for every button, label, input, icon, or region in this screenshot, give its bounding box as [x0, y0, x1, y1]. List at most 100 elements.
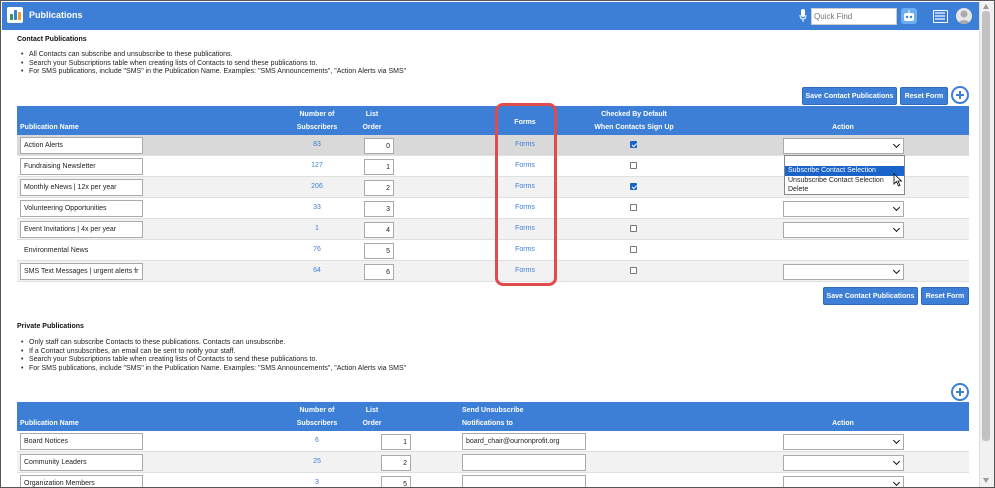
column-publication-name: Publication Name: [20, 124, 79, 131]
list-order-input[interactable]: 6: [364, 264, 394, 280]
reset-form-button[interactable]: Reset Form: [900, 87, 948, 105]
dropdown-option-subscribe[interactable]: Subscribe Contact Selection: [785, 166, 904, 176]
subscriber-count-link[interactable]: 76: [297, 246, 337, 253]
column-order-line1: List: [365, 111, 379, 118]
publication-name-input[interactable]: Board Notices: [20, 433, 143, 450]
column-checked-line1: Checked By Default: [601, 111, 667, 118]
publication-name-input[interactable]: Environmental News: [20, 242, 143, 259]
column-publication-name: Publication Name: [20, 420, 79, 427]
subscriber-count-link[interactable]: 206: [297, 183, 337, 190]
checked-by-default-checkbox[interactable]: [630, 162, 637, 169]
subscriber-count-link[interactable]: 83: [297, 141, 337, 148]
action-select[interactable]: [783, 201, 904, 217]
checked-by-default-checkbox[interactable]: [630, 141, 637, 148]
column-subscribers-line2: Subscribers: [296, 420, 338, 427]
list-order-input[interactable]: 1: [364, 159, 394, 175]
scrollbar-thumb[interactable]: [982, 11, 990, 441]
publication-name-input[interactable]: SMS Text Messages | urgent alerts fr: [20, 263, 143, 280]
list-order-input[interactable]: 5: [364, 243, 394, 259]
dropdown-option-unsubscribe[interactable]: Unsubscribe Contact Selection: [785, 176, 904, 186]
chevron-down-icon: [892, 203, 901, 212]
table-row: Volunteering Opportunities 33 3 Forms: [17, 198, 969, 219]
publication-name-input[interactable]: Volunteering Opportunities: [20, 200, 143, 217]
column-notify-line2: Notifications to: [462, 420, 513, 427]
contact-table-header: Publication Name Number of Subscribers L…: [17, 106, 969, 135]
instruction-item: If a Contact unsubscribes, an email can …: [21, 348, 406, 357]
list-order-input[interactable]: 5: [381, 476, 411, 487]
column-subscribers-line1: Number of: [299, 111, 335, 118]
checked-by-default-checkbox[interactable]: [630, 267, 637, 274]
list-order-input[interactable]: 1: [381, 434, 411, 450]
subscriber-count-link[interactable]: 64: [297, 267, 337, 274]
dropdown-blank-option[interactable]: [785, 156, 904, 166]
dropdown-option-delete[interactable]: Delete: [785, 185, 904, 195]
contact-publications-instructions: All Contacts can subscribe and unsubscri…: [21, 51, 406, 77]
checked-by-default-checkbox[interactable]: [630, 183, 637, 190]
table-row: Board Notices 6 1 board_chair@ournonprof…: [17, 431, 969, 452]
list-order-input[interactable]: 3: [364, 201, 394, 217]
table-row: Environmental News 76 5 Forms: [17, 240, 969, 261]
unsubscribe-notification-input[interactable]: [462, 454, 586, 471]
list-order-input[interactable]: 2: [381, 455, 411, 471]
table-row: SMS Text Messages | urgent alerts fr 64 …: [17, 261, 969, 282]
checked-by-default-checkbox[interactable]: [630, 225, 637, 232]
list-order-input[interactable]: 4: [364, 222, 394, 238]
chevron-down-icon: [892, 266, 901, 275]
scroll-down-arrow-icon[interactable]: [983, 478, 989, 483]
publications-app-icon: [7, 7, 23, 23]
publication-name-input[interactable]: Event Invitations | 4x per year: [20, 221, 143, 238]
save-contact-publications-button-bottom[interactable]: Save Contact Publications: [823, 287, 918, 305]
chevron-down-icon: [892, 224, 901, 233]
instruction-item: All Contacts can subscribe and unsubscri…: [21, 51, 406, 60]
chevron-down-icon: [892, 436, 901, 445]
subscriber-count-link[interactable]: 33: [297, 204, 337, 211]
private-publications-title: Private Publications: [17, 323, 84, 330]
instruction-item: Only staff can subscribe Contacts to the…: [21, 339, 406, 348]
app-window: Publications Quick Find Contact Publicat…: [0, 0, 995, 488]
instruction-item: For SMS publications, include "SMS" in t…: [21, 68, 406, 77]
chevron-down-icon: [892, 140, 901, 149]
column-order-line2: Order: [362, 124, 382, 131]
add-publication-icon[interactable]: [951, 86, 969, 104]
publication-name-input[interactable]: Action Alerts: [20, 137, 143, 154]
unsubscribe-notification-input[interactable]: board_chair@ournonprofit.org: [462, 433, 586, 450]
column-subscribers-line1: Number of: [299, 407, 335, 414]
subscriber-count-link[interactable]: 1: [297, 225, 337, 232]
assistant-bot-icon[interactable]: [901, 8, 917, 24]
list-view-icon[interactable]: [933, 10, 948, 23]
subscriber-count-link[interactable]: 6: [297, 437, 337, 444]
action-select[interactable]: [783, 476, 904, 487]
save-contact-publications-button[interactable]: Save Contact Publications: [802, 87, 897, 105]
publication-name-input[interactable]: Monthly eNews | 12x per year: [20, 179, 143, 196]
user-avatar-icon[interactable]: [956, 8, 972, 24]
microphone-icon[interactable]: [799, 9, 807, 23]
subscriber-count-link[interactable]: 3: [297, 479, 337, 486]
contact-publications-title: Contact Publications: [17, 36, 87, 43]
unsubscribe-notification-input[interactable]: [462, 475, 586, 487]
publication-name-input[interactable]: Community Leaders: [20, 454, 143, 471]
checked-by-default-checkbox[interactable]: [630, 246, 637, 253]
instruction-item: Search your Subscriptions table when cre…: [21, 60, 406, 69]
table-row: Event Invitations | 4x per year 1 4 Form…: [17, 219, 969, 240]
quick-find-input[interactable]: [811, 8, 897, 25]
chevron-down-icon: [892, 457, 901, 466]
list-order-input[interactable]: 2: [364, 180, 394, 196]
add-private-publication-icon[interactable]: [951, 383, 969, 401]
subscriber-count-link[interactable]: 25: [297, 458, 337, 465]
checked-by-default-checkbox[interactable]: [630, 204, 637, 211]
subscriber-count-link[interactable]: 127: [297, 162, 337, 169]
forms-column-highlight: [495, 103, 557, 286]
action-select[interactable]: [783, 434, 904, 450]
instruction-item: For SMS publications, include "SMS" in t…: [21, 365, 406, 374]
action-dropdown-menu: Subscribe Contact Selection Unsubscribe …: [784, 155, 905, 195]
publication-name-input[interactable]: Fundraising Newsletter: [20, 158, 143, 175]
scroll-up-arrow-icon[interactable]: [983, 4, 989, 9]
action-select[interactable]: [783, 455, 904, 471]
reset-form-button-bottom[interactable]: Reset Form: [921, 287, 969, 305]
action-select[interactable]: [783, 222, 904, 238]
column-order-line1: List: [365, 407, 379, 414]
action-select[interactable]: [783, 138, 904, 154]
list-order-input[interactable]: 0: [364, 138, 394, 154]
publication-name-input[interactable]: Organization Members: [20, 475, 143, 487]
action-select[interactable]: [783, 264, 904, 280]
